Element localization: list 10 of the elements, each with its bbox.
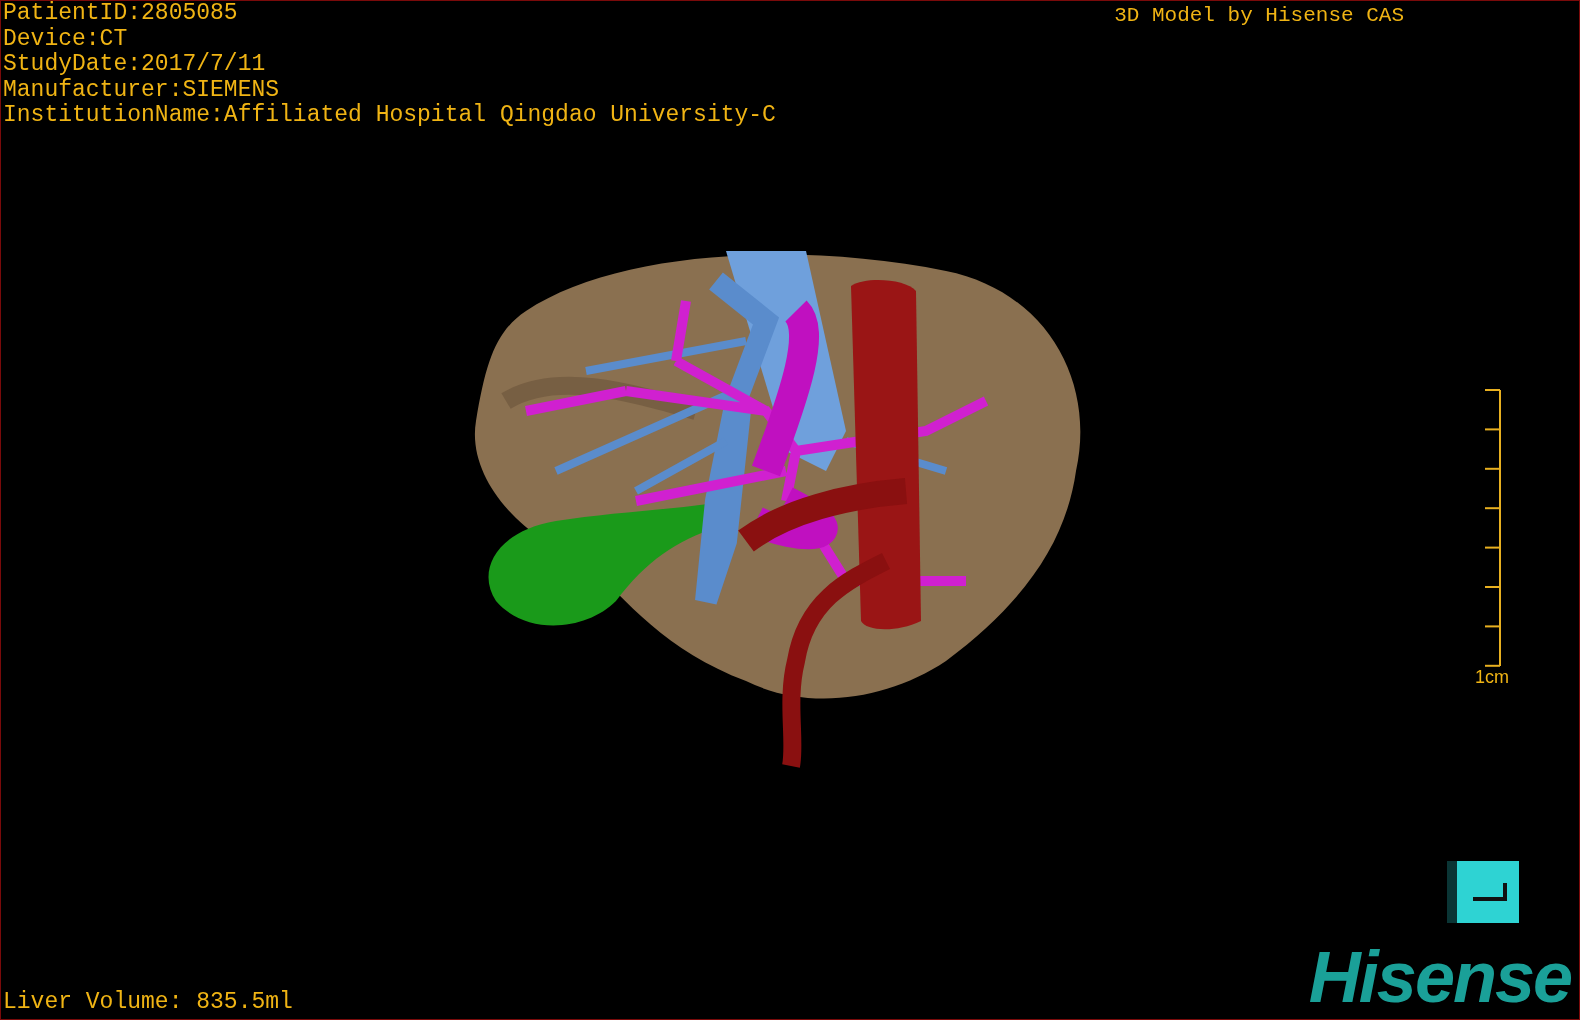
logo: Hisense: [1308, 937, 1571, 1017]
patient-info-text: InstitutionName:Affiliated Hospital Qingdao University-C: [3, 103, 776, 129]
scale-label: 1cm: [1475, 667, 1509, 688]
orientation-icon[interactable]: [1447, 861, 1519, 923]
liver-volume-text: Liver Volume: 835.5ml: [3, 988, 293, 1017]
viewer-title: 3D Model by Hisense CAS: [1114, 3, 1404, 29]
patient-info-text: PatientID:2805085: [3, 1, 239, 27]
patient-info-text: Device:CT: [3, 26, 129, 52]
patient-info-text: Manufacturer:SIEMENS: [3, 77, 281, 103]
patient-info-text: StudyDate:2017/7/11: [3, 52, 267, 78]
